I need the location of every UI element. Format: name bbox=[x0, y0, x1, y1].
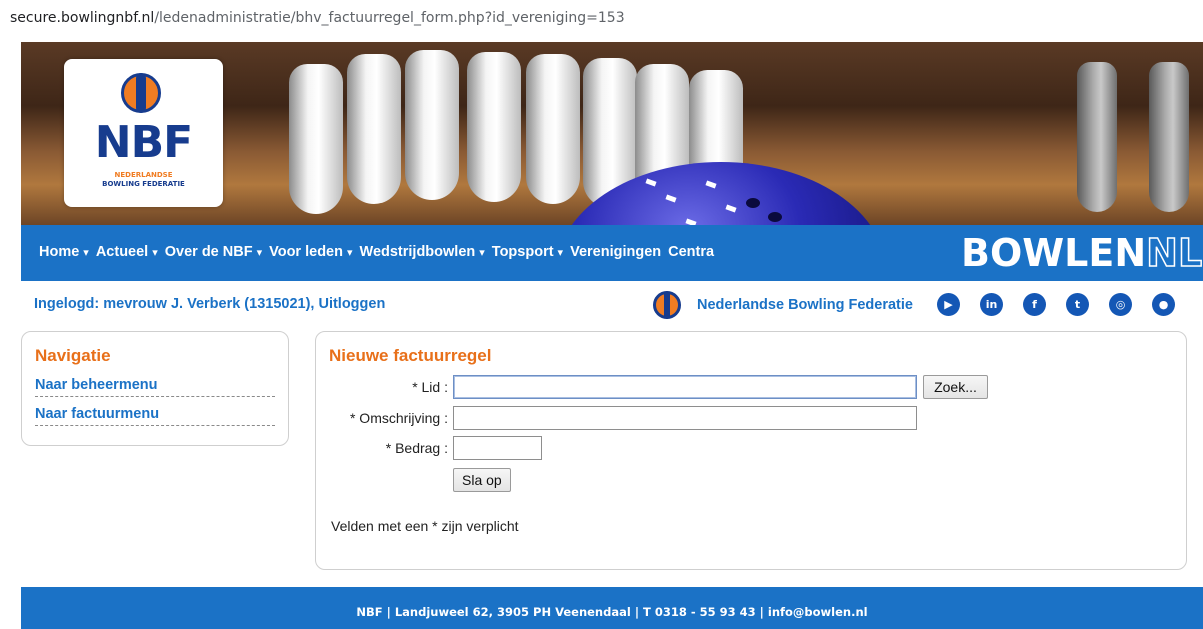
main-navigation: Home ▾ Actueel ▾ Over de NBF ▾ Voor leden ▾ … bbox=[21, 225, 1203, 281]
bowling-pin-image bbox=[1077, 62, 1117, 212]
chevron-down-icon: ▾ bbox=[256, 247, 263, 259]
bedrag-input[interactable] bbox=[453, 436, 542, 460]
nav-item-voor-leden[interactable]: Voor leden ▾ bbox=[269, 244, 352, 260]
nbf-logo[interactable]: NBF NEDERLANDSE BOWLING FEDERATIE bbox=[64, 59, 223, 207]
omschrijving-row: * Omschrijving : bbox=[316, 406, 1186, 430]
url-path: /ledenadministratie/bhv_factuurregel_for… bbox=[154, 10, 625, 26]
lid-label: * Lid : bbox=[412, 379, 448, 395]
nav-item-topsport[interactable]: Topsport ▾ bbox=[492, 244, 563, 260]
bowling-pin-image bbox=[526, 54, 580, 204]
nav-item-over-de-nbf[interactable]: Over de NBF ▾ bbox=[165, 244, 262, 260]
federation-link[interactable]: Nederlandse Bowling Federatie bbox=[653, 291, 913, 319]
bedrag-row: * Bedrag : bbox=[316, 436, 1186, 460]
link-naar-factuurmenu[interactable]: Naar factuurmenu bbox=[35, 406, 275, 426]
youtube-icon[interactable]: ▶ bbox=[937, 293, 960, 316]
footer: NBF | Landjuweel 62, 3905 PH Veenendaal … bbox=[21, 587, 1203, 629]
chevron-down-icon: ▾ bbox=[152, 247, 158, 259]
nbf-emblem-icon bbox=[121, 73, 161, 113]
nav-item-actueel[interactable]: Actueel ▾ bbox=[96, 244, 158, 260]
lid-input[interactable] bbox=[453, 375, 917, 399]
facebook-icon[interactable]: f bbox=[1023, 293, 1046, 316]
login-status[interactable]: Ingelogd: mevrouw J. Verberk (1315021), … bbox=[34, 296, 385, 312]
login-bar: Ingelogd: mevrouw J. Verberk (1315021), … bbox=[21, 281, 1203, 327]
instagram-icon[interactable]: ◎ bbox=[1109, 293, 1132, 316]
logo-wordmark: NBF bbox=[94, 117, 193, 168]
bowling-pin-image bbox=[467, 52, 521, 202]
required-fields-hint: Velden met een * zijn verplicht bbox=[331, 518, 519, 534]
save-button[interactable]: Sla op bbox=[453, 468, 511, 492]
search-member-button[interactable]: Zoek... bbox=[923, 375, 988, 399]
twitter-icon[interactable]: t bbox=[1066, 293, 1089, 316]
navigation-panel: Navigatie Naar beheermenu Naar factuurme… bbox=[21, 331, 289, 446]
navigation-title: Navigatie bbox=[35, 346, 111, 365]
form-title: Nieuwe factuurregel bbox=[329, 346, 492, 365]
logo-subline-2: BOWLING FEDERATIE bbox=[102, 180, 185, 188]
nav-item-centra[interactable]: Centra bbox=[668, 244, 714, 260]
url-host: secure.bowlingnbf.nl bbox=[10, 10, 155, 26]
bowling-pin-image bbox=[289, 64, 343, 214]
bowling-pin-image bbox=[1149, 62, 1189, 212]
link-naar-beheermenu[interactable]: Naar beheermenu bbox=[35, 377, 275, 397]
bowling-pin-image bbox=[405, 50, 459, 200]
chevron-down-icon: ▾ bbox=[83, 247, 89, 259]
form-panel: Nieuwe factuurregel * Lid : Zoek... * Om… bbox=[315, 331, 1187, 570]
chevron-down-icon: ▾ bbox=[346, 247, 353, 259]
nav-item-verenigingen[interactable]: Verenigingen bbox=[570, 244, 661, 260]
chevron-down-icon: ▾ bbox=[479, 247, 485, 259]
flickr-icon[interactable]: ● bbox=[1152, 293, 1175, 316]
omschrijving-label: * Omschrijving : bbox=[349, 410, 448, 426]
linkedin-icon[interactable]: in bbox=[980, 293, 1003, 316]
bowlen-nl-logo[interactable]: BOWLENNL bbox=[961, 230, 1203, 276]
bowling-pin-image bbox=[347, 54, 401, 204]
omschrijving-input[interactable] bbox=[453, 406, 917, 430]
nav-item-home[interactable]: Home ▾ bbox=[39, 244, 89, 260]
chevron-down-icon: ▾ bbox=[557, 247, 564, 259]
logo-subline-1: NEDERLANDSE bbox=[114, 171, 173, 179]
lid-row: * Lid : Zoek... bbox=[316, 375, 1186, 399]
federation-name: Nederlandse Bowling Federatie bbox=[697, 297, 913, 313]
address-bar[interactable]: secure.bowlingnbf.nl/ledenadministratie/… bbox=[0, 0, 1203, 38]
bedrag-label: * Bedrag : bbox=[385, 440, 448, 456]
nav-item-wedstrijdbowlen[interactable]: Wedstrijdbowlen ▾ bbox=[360, 244, 485, 260]
nbf-emblem-icon bbox=[653, 291, 681, 319]
